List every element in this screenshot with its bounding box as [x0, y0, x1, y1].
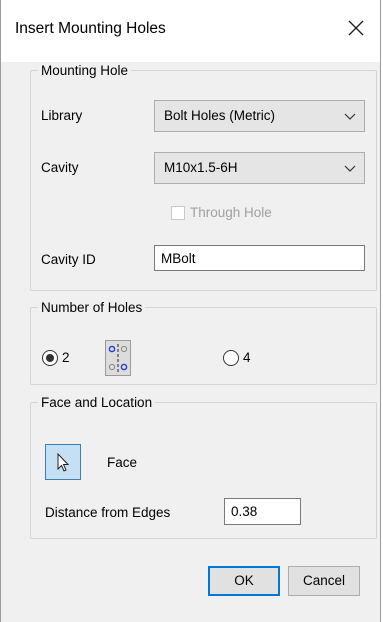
face-select-button[interactable]	[45, 444, 81, 480]
holes-4-label: 4	[243, 350, 251, 365]
number-of-holes-legend: Number of Holes	[41, 300, 143, 315]
dialog-title: Insert Mounting Holes	[15, 20, 166, 37]
cavity-id-field[interactable]	[154, 245, 365, 271]
cavity-dropdown[interactable]: M10x1.5-6H	[154, 152, 365, 184]
chevron-down-icon	[344, 163, 356, 173]
distance-from-edges-field[interactable]	[224, 498, 301, 525]
radio-selected-dot	[46, 354, 54, 362]
library-dropdown-value: Bolt Holes (Metric)	[164, 108, 276, 123]
close-icon	[348, 20, 364, 36]
two-hole-pattern-icon	[105, 340, 131, 376]
cavity-dropdown-value: M10x1.5-6H	[164, 160, 238, 175]
through-hole-checkbox[interactable]	[171, 206, 185, 220]
library-label: Library	[41, 108, 83, 123]
chevron-down-icon	[344, 111, 356, 121]
title-bar: Insert Mounting Holes	[1, 0, 380, 62]
face-location-legend: Face and Location	[41, 395, 153, 410]
cavity-id-input[interactable]	[155, 246, 364, 270]
library-dropdown[interactable]: Bolt Holes (Metric)	[154, 100, 365, 132]
insert-mounting-holes-dialog: Insert Mounting Holes Mounting Hole Libr…	[0, 0, 381, 622]
number-of-holes-group: Number of Holes	[30, 300, 377, 385]
cancel-button[interactable]: Cancel	[288, 566, 360, 596]
cavity-id-label: Cavity ID	[41, 252, 96, 267]
ok-button[interactable]: OK	[208, 566, 280, 596]
face-label: Face	[107, 455, 138, 470]
mounting-hole-legend: Mounting Hole	[41, 63, 129, 78]
distance-from-edges-input[interactable]	[225, 499, 300, 524]
cavity-label: Cavity	[41, 160, 79, 175]
holes-4-radio[interactable]	[223, 350, 239, 366]
through-hole-label: Through Hole	[190, 205, 272, 220]
cursor-arrow-icon	[57, 452, 70, 472]
distance-from-edges-label: Distance from Edges	[45, 505, 171, 520]
close-button[interactable]	[342, 14, 370, 42]
holes-2-label: 2	[62, 350, 70, 365]
holes-2-radio[interactable]	[42, 350, 58, 366]
